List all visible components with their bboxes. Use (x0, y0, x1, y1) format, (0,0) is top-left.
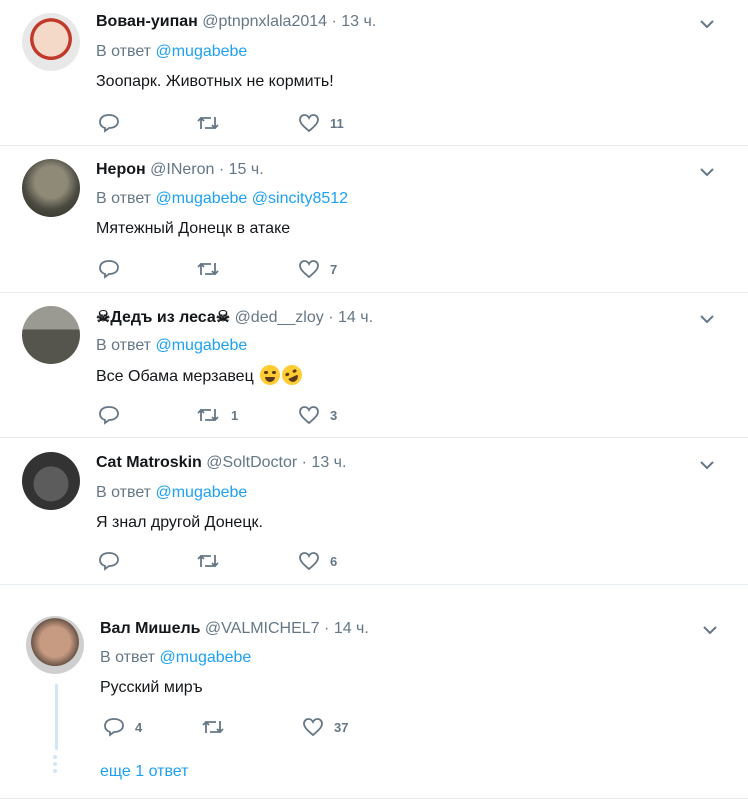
heart-icon (299, 406, 319, 425)
like-count: 7 (330, 261, 338, 277)
reply-button[interactable] (98, 405, 130, 425)
tweet-text: Русский миръ (100, 679, 203, 696)
user-name[interactable]: ☠Дедъ из леса☠ (96, 309, 230, 326)
user-name[interactable]: Вован-уипан (96, 13, 198, 30)
timestamp[interactable]: 13 ч. (341, 13, 376, 30)
avatar[interactable] (22, 13, 80, 71)
like-count: 6 (330, 553, 338, 569)
reply-icon (99, 260, 119, 279)
like-button[interactable]: 6 (298, 551, 337, 571)
reply-count: 4 (135, 719, 143, 735)
tweet[interactable]: Вован-уипан @ptnpnxlala2014 · 13 ч. В от… (0, 0, 748, 146)
chevron-down-icon[interactable] (697, 14, 717, 34)
user-handle[interactable]: @INeron (150, 161, 214, 178)
mention-link[interactable]: @mugabebe (155, 43, 247, 60)
laughing-emoji-icon (260, 365, 281, 385)
retweet-button[interactable]: 1 (195, 405, 238, 425)
tweet-text: Я знал другой Донецк. (96, 514, 263, 531)
user-name[interactable]: Нерон (96, 161, 146, 178)
mention-link[interactable]: @mugabebe (155, 190, 247, 207)
reply-button[interactable] (98, 551, 130, 571)
reply-prefix: В ответ (96, 43, 152, 60)
tweet[interactable]: ☠Дедъ из леса☠ @ded__zloy · 14 ч. В отве… (0, 292, 748, 438)
separator-dot: · (218, 161, 225, 178)
separator-dot: · (324, 620, 330, 637)
thread-dots (53, 755, 57, 776)
avatar[interactable] (22, 452, 80, 510)
heart-icon (303, 718, 323, 737)
reply-prefix: В ответ (100, 649, 156, 666)
avatar[interactable] (26, 616, 84, 674)
reply-prefix: В ответ (96, 190, 152, 207)
chevron-down-icon[interactable] (697, 162, 717, 182)
reply-icon (99, 114, 119, 133)
retweet-button[interactable] (195, 113, 231, 133)
timestamp[interactable]: 14 ч. (334, 620, 369, 637)
tweet[interactable]: Cat Matroskin @SoltDoctor · 13 ч. В отве… (0, 437, 748, 585)
retweet-icon (197, 262, 219, 276)
reply-icon (104, 718, 124, 737)
user-handle[interactable]: @ded__zloy (235, 309, 324, 326)
retweet-icon (197, 116, 219, 130)
separator-dot: · (301, 454, 307, 471)
retweet-icon (197, 408, 219, 422)
thread-line (55, 684, 58, 750)
heart-icon (299, 552, 319, 571)
retweet-icon (202, 720, 224, 734)
tweet[interactable]: Нерон @INeron · 15 ч. В ответ @mugabebe … (0, 145, 748, 293)
avatar[interactable] (22, 306, 80, 364)
tweet-text: Мятежный Донецк в атаке (96, 220, 291, 237)
retweet-button[interactable] (200, 717, 236, 737)
chevron-down-icon[interactable] (697, 455, 717, 475)
like-button[interactable]: 37 (302, 717, 348, 737)
user-name[interactable]: Вал Мишель (100, 620, 200, 637)
user-handle[interactable]: @VALMICHEL7 (205, 620, 320, 637)
timestamp[interactable]: 15 ч. (229, 161, 264, 178)
heart-icon (299, 260, 319, 279)
like-count: 37 (334, 719, 349, 735)
show-more-replies-link[interactable]: еще 1 ответ (100, 763, 188, 781)
timestamp[interactable]: 14 ч. (338, 309, 373, 326)
reply-icon (99, 406, 119, 425)
avatar[interactable] (22, 159, 80, 217)
separator-dot: · (328, 309, 334, 326)
reply-button[interactable] (98, 113, 130, 133)
retweet-button[interactable] (195, 259, 231, 279)
reply-button[interactable]: 4 (103, 717, 142, 737)
retweet-count: 1 (231, 407, 239, 423)
like-button[interactable]: 7 (298, 259, 337, 279)
user-name[interactable]: Cat Matroskin (96, 454, 202, 471)
mention-link[interactable]: @mugabebe (159, 649, 251, 666)
skull-crossbones-icon: ☠ (215, 309, 231, 326)
like-button[interactable]: 11 (298, 113, 344, 133)
tweet-text: Зоопарк. Животных не кормить! (96, 73, 334, 90)
chevron-down-icon[interactable] (700, 620, 720, 640)
mention-link[interactable]: @mugabebe (155, 337, 247, 354)
separator-dot: · (331, 13, 337, 30)
skull-crossbones-icon: ☠ (96, 309, 111, 326)
like-count: 3 (330, 407, 338, 423)
rofl-emoji-icon (278, 361, 306, 389)
retweet-button[interactable] (195, 551, 231, 571)
timestamp[interactable]: 13 ч. (311, 454, 346, 471)
mention-link[interactable]: @sincity8512 (252, 190, 348, 207)
reply-prefix: В ответ (96, 484, 152, 501)
user-handle[interactable]: @SoltDoctor (206, 454, 297, 471)
retweet-icon (197, 554, 219, 568)
chevron-down-icon[interactable] (697, 309, 717, 329)
like-button[interactable]: 3 (298, 405, 337, 425)
reply-button[interactable] (98, 259, 130, 279)
tweet-text: Все Обама мерзавец (96, 361, 306, 389)
reply-icon (99, 552, 119, 571)
user-handle[interactable]: @ptnpnxlala2014 (202, 13, 327, 30)
like-count: 11 (330, 115, 344, 131)
mention-link[interactable]: @mugabebe (155, 484, 247, 501)
reply-prefix: В ответ (96, 337, 152, 354)
heart-icon (299, 114, 319, 133)
